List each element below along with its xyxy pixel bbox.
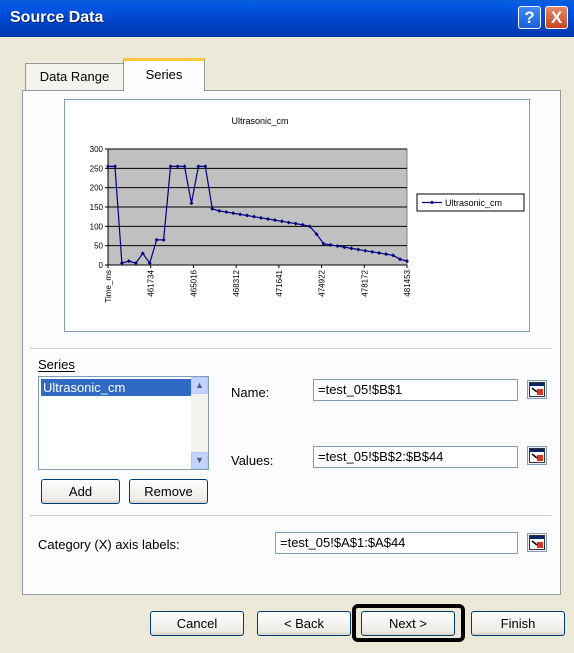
legend-label: Ultrasonic_cm bbox=[445, 198, 502, 208]
x-tick-label: Time_ms bbox=[104, 270, 113, 303]
name-field[interactable]: =test_05!$B$1 bbox=[313, 379, 518, 401]
chart-preview: Ultrasonic_cm 300 250 200 150 100 50 0 Time_ms 4… bbox=[64, 99, 530, 332]
category-range-button[interactable] bbox=[527, 533, 547, 552]
y-tick-label: 0 bbox=[99, 261, 104, 270]
next-button-highlight bbox=[352, 604, 465, 642]
scroll-up-icon[interactable]: ▲ bbox=[191, 377, 208, 394]
y-tick-label: 100 bbox=[90, 222, 104, 231]
name-label: Name: bbox=[231, 385, 270, 400]
close-button[interactable]: X bbox=[545, 6, 568, 29]
cancel-button[interactable]: Cancel bbox=[150, 611, 244, 636]
x-tick-label: 481453 bbox=[403, 269, 412, 296]
y-tick-label: 250 bbox=[90, 164, 104, 173]
add-button[interactable]: Add bbox=[41, 479, 120, 504]
chart-svg: Ultrasonic_cm 300 250 200 150 100 50 0Time_ms 4… bbox=[90, 116, 525, 303]
name-range-button[interactable] bbox=[527, 380, 547, 399]
collapse-dialog-icon bbox=[529, 535, 545, 550]
y-tick-label: 50 bbox=[94, 242, 103, 251]
window-title: Source Data bbox=[10, 9, 104, 26]
values-field[interactable]: =test_05!$B$2:$B$44 bbox=[313, 446, 518, 468]
back-button[interactable]: < Back bbox=[257, 611, 351, 636]
tab-data-range[interactable]: Data Range bbox=[25, 63, 124, 90]
collapse-dialog-icon bbox=[529, 448, 545, 463]
values-range-button[interactable] bbox=[527, 446, 547, 465]
chart-title: Ultrasonic_cm bbox=[231, 116, 288, 126]
x-tick-label: 478172 bbox=[360, 269, 369, 296]
series-section-label: Series bbox=[38, 357, 75, 372]
tab-series[interactable]: Series bbox=[123, 58, 205, 91]
finish-button[interactable]: Finish bbox=[471, 611, 565, 636]
x-tick-label: 465016 bbox=[189, 269, 198, 296]
separator bbox=[30, 348, 552, 350]
series-listbox[interactable]: Ultrasonic_cm ▲ ▼ bbox=[38, 376, 209, 470]
scroll-down-icon[interactable]: ▼ bbox=[191, 452, 208, 469]
category-field[interactable]: =test_05!$A$1:$A$44 bbox=[275, 532, 518, 554]
x-tick-label: 474922 bbox=[318, 269, 327, 296]
y-tick-label: 200 bbox=[90, 184, 104, 193]
remove-button[interactable]: Remove bbox=[129, 479, 208, 504]
title-bar: Source Data ? X bbox=[0, 0, 574, 37]
y-tick-label: 300 bbox=[90, 145, 104, 154]
collapse-dialog-icon bbox=[529, 382, 545, 397]
category-label: Category (X) axis labels: bbox=[38, 537, 180, 552]
y-tick-label: 150 bbox=[90, 203, 104, 212]
separator bbox=[30, 515, 552, 517]
x-tick-label: 461734 bbox=[147, 269, 156, 296]
values-label: Values: bbox=[231, 453, 274, 468]
list-item[interactable]: Ultrasonic_cm bbox=[41, 379, 191, 396]
x-tick-label: 471641 bbox=[275, 269, 284, 296]
help-button[interactable]: ? bbox=[518, 6, 541, 29]
x-tick-label: 468312 bbox=[232, 269, 241, 296]
listbox-scrollbar[interactable]: ▲ ▼ bbox=[191, 377, 208, 469]
